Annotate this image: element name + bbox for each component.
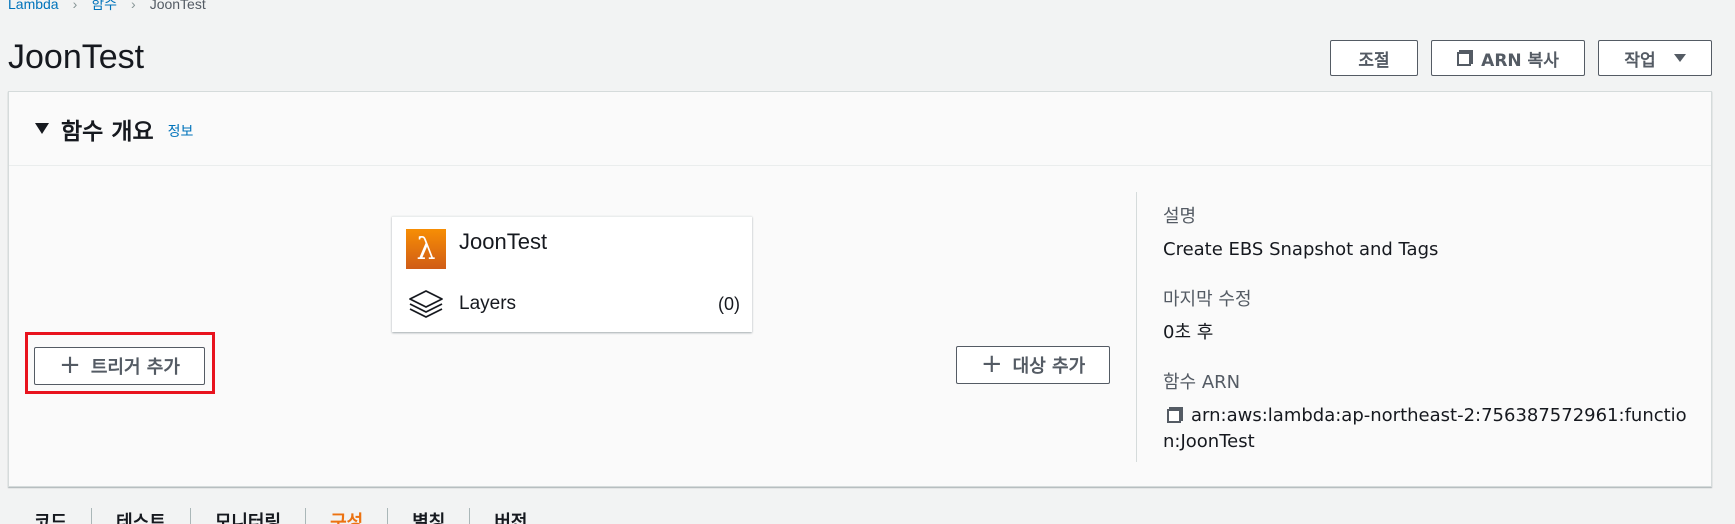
actions-button-label: 작업 — [1624, 50, 1656, 71]
layers-label[interactable]: Layers — [459, 293, 516, 315]
function-arn-value: arn:aws:lambda:ap-northeast-2:7563875729… — [1163, 405, 1687, 452]
function-overview-title: 함수 개요 — [61, 118, 154, 145]
tab-test[interactable]: 테스트 — [92, 508, 191, 524]
tab-versions[interactable]: 버전 — [470, 508, 551, 524]
layers-icon — [409, 290, 443, 318]
add-destination-label: 대상 추가 — [1012, 356, 1086, 377]
function-overview-panel: 함수 개요 정보 λ JoonTest Layers (0) + 트리거 추가 … — [8, 91, 1712, 487]
breadcrumb-lambda[interactable]: Lambda — [8, 0, 59, 12]
add-trigger-button[interactable]: + 트리거 추가 — [34, 347, 205, 385]
adjust-button-label: 조절 — [1358, 50, 1390, 71]
function-tabs: 코드 테스트 모니터링 구성 별칭 버전 — [34, 508, 551, 524]
description-value: Create EBS Snapshot and Tags — [1163, 239, 1439, 260]
function-arn-value-row: arn:aws:lambda:ap-northeast-2:7563875729… — [1163, 403, 1693, 455]
collapse-triangle-icon[interactable] — [35, 123, 49, 134]
function-overview-header[interactable]: 함수 개요 정보 — [9, 92, 1711, 166]
function-arn-label: 함수 ARN — [1163, 372, 1241, 393]
breadcrumb-current: JoonTest — [149, 0, 206, 12]
tab-code[interactable]: 코드 — [34, 508, 93, 524]
add-trigger-label: 트리거 추가 — [90, 357, 180, 378]
tab-monitoring[interactable]: 모니터링 — [191, 508, 307, 524]
adjust-button[interactable]: 조절 — [1330, 40, 1418, 76]
last-modified-value: 0초 후 — [1163, 322, 1214, 343]
function-card[interactable]: λ JoonTest Layers (0) — [392, 216, 752, 332]
info-link[interactable]: 정보 — [168, 121, 194, 141]
plus-icon: + — [980, 348, 1003, 379]
breadcrumb-separator: › — [72, 0, 78, 12]
function-details: 설명 Create EBS Snapshot and Tags 마지막 수정 0… — [1163, 202, 1693, 477]
description-label: 설명 — [1163, 206, 1197, 227]
caret-down-icon — [1673, 54, 1686, 62]
page-title: JoonTest — [8, 38, 145, 76]
breadcrumb-functions[interactable]: 함수 — [91, 0, 117, 14]
copy-arn-button[interactable]: ARN 복사 — [1431, 40, 1585, 76]
copy-arn-button-label: ARN 복사 — [1481, 50, 1559, 71]
breadcrumb-separator: › — [131, 0, 136, 12]
tab-aliases[interactable]: 별칭 — [388, 508, 471, 524]
function-card-name: JoonTest — [459, 229, 548, 254]
lambda-icon: λ — [406, 229, 446, 269]
copy-arn-icon[interactable] — [1167, 407, 1183, 423]
actions-dropdown-button[interactable]: 작업 — [1598, 40, 1712, 76]
details-divider — [1136, 192, 1137, 462]
copy-icon — [1457, 50, 1474, 66]
layers-count: (0) — [718, 294, 740, 314]
plus-icon: + — [59, 349, 81, 380]
last-modified-label: 마지막 수정 — [1163, 289, 1252, 310]
breadcrumb: Lambda › 함수 › JoonTest — [8, 0, 206, 14]
add-destination-button[interactable]: + 대상 추가 — [956, 346, 1110, 384]
tab-configuration[interactable]: 구성 — [306, 508, 389, 524]
